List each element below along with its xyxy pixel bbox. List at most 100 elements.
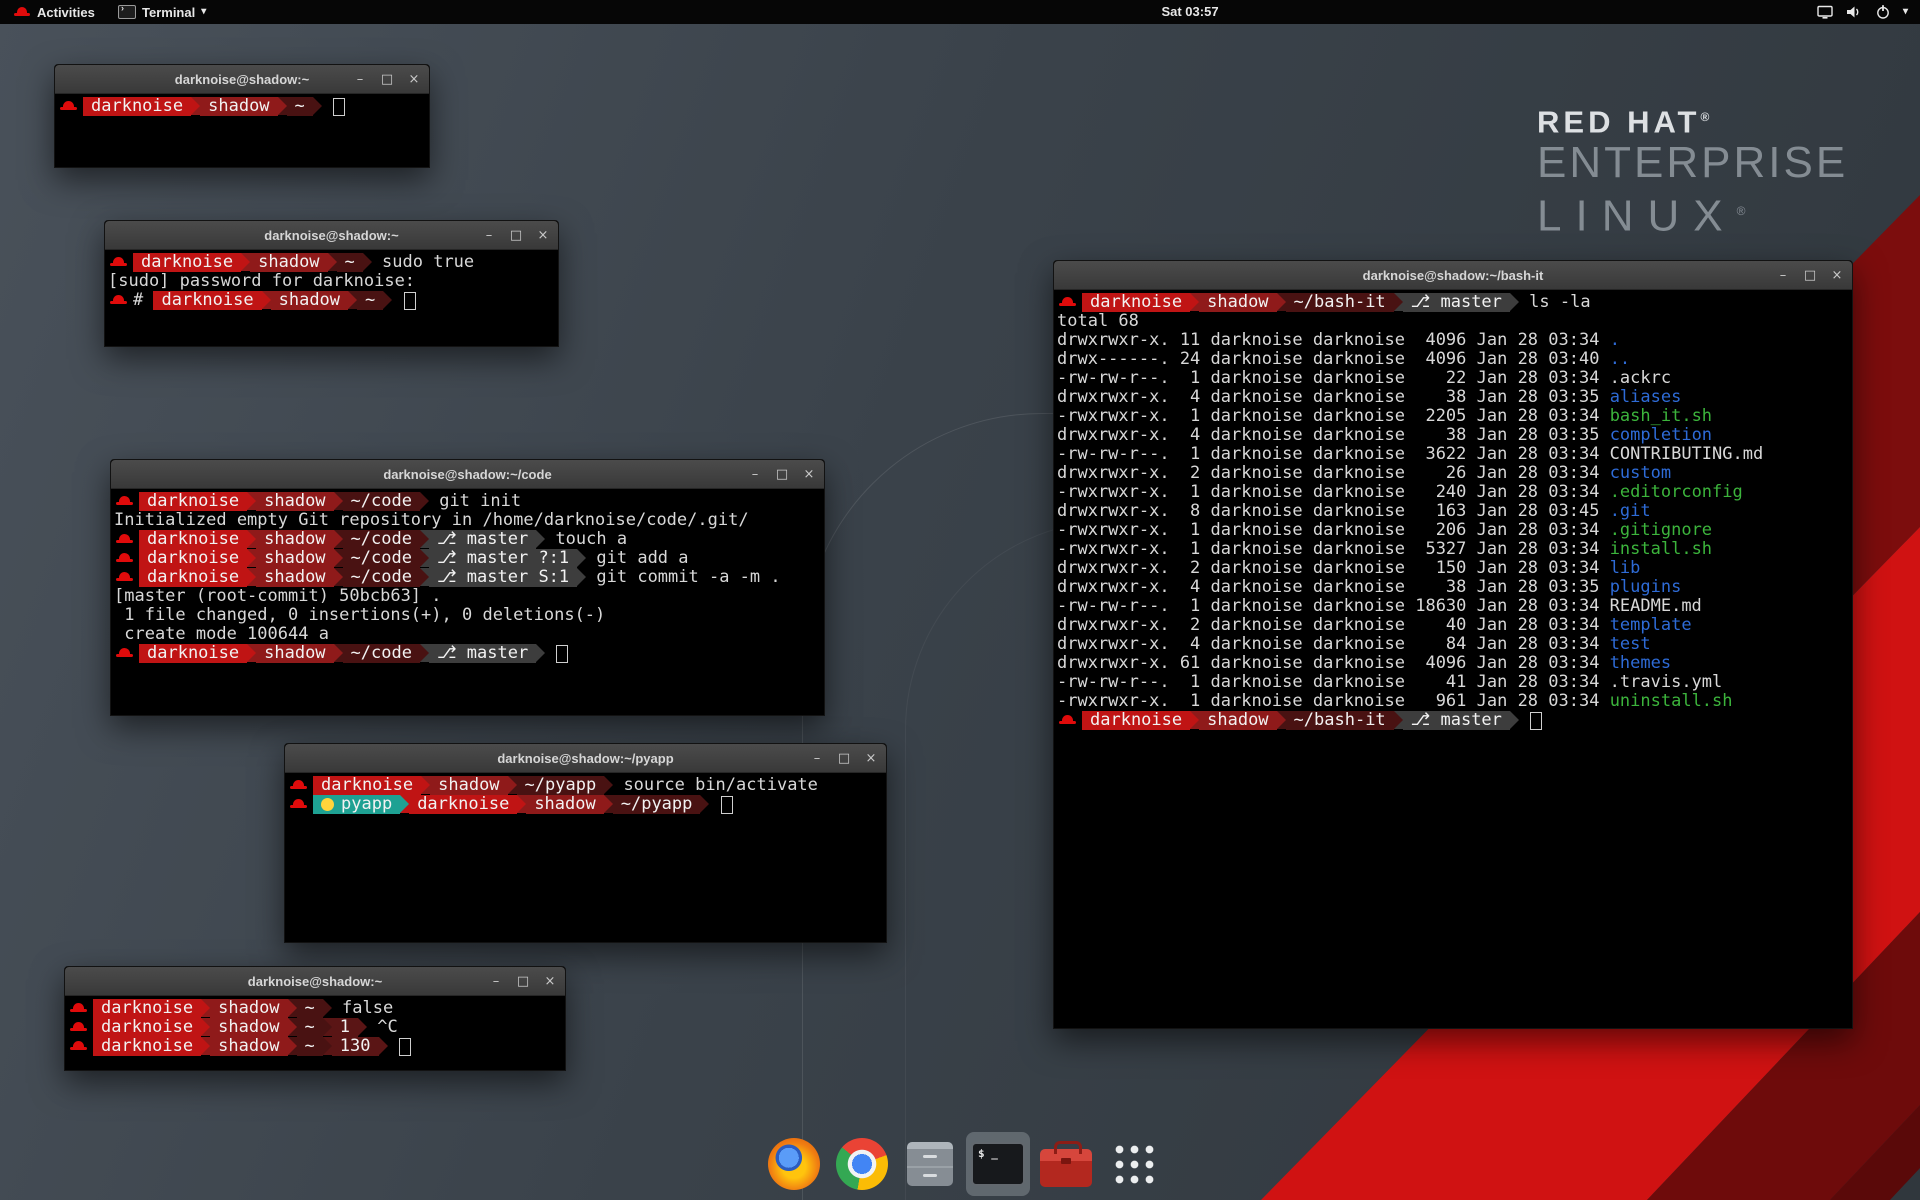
- dock-item-chrome[interactable]: [830, 1132, 894, 1196]
- prompt-segment-git: ⎇ master: [1403, 293, 1510, 312]
- terminal-line: -rw-rw-r--. 1 darknoise darknoise 3622 J…: [1057, 445, 1852, 464]
- terminal-viewport[interactable]: darknoiseshadow~: [55, 94, 429, 167]
- terminal-viewport[interactable]: darknoiseshadow~/pyapp source bin/activa…: [285, 773, 886, 942]
- terminal-text: create mode 100644 a: [114, 625, 329, 644]
- window-titlebar[interactable]: darknoise@shadow:~/bash-it – □ ×: [1054, 261, 1852, 290]
- power-icon: [1874, 4, 1892, 20]
- prompt-segment-path: ~/code: [343, 568, 420, 587]
- terminal-window-home-2: darknoise@shadow:~ – □ × darknoiseshadow…: [64, 966, 566, 1071]
- terminal-line: total 68: [1057, 312, 1852, 331]
- window-titlebar[interactable]: darknoise@shadow:~/code – □ ×: [111, 460, 824, 489]
- terminal-line: darknoiseshadow~1 ^C: [68, 1018, 565, 1037]
- caret-down-icon: ▾: [201, 0, 206, 24]
- minimize-button[interactable]: –: [353, 72, 367, 87]
- terminal-text: drwxrwxr-x. 61 darknoise darknoise 4096 …: [1057, 654, 1610, 673]
- terminal-line: create mode 100644 a: [114, 625, 824, 644]
- terminal-cursor: [404, 292, 416, 310]
- terminal-text: .: [1610, 331, 1620, 350]
- system-status-area[interactable]: ▾: [1816, 0, 1908, 24]
- minimize-button[interactable]: –: [810, 751, 824, 766]
- terminal-text: #: [133, 291, 153, 310]
- prompt-segment-path: ~: [287, 97, 313, 116]
- terminal-text: drwxrwxr-x. 4 darknoise darknoise 84 Jan…: [1057, 635, 1610, 654]
- close-button[interactable]: ×: [536, 228, 550, 243]
- terminal-viewport[interactable]: darknoiseshadow~/bash-it⎇ master ls -lat…: [1054, 290, 1852, 1028]
- powerline-separator-icon: [328, 253, 337, 271]
- powerline-separator-icon: [1277, 711, 1286, 729]
- prompt-segment-host: shadow: [256, 530, 333, 549]
- terminal-line: -rwxrwxr-x. 1 darknoise darknoise 206 Ja…: [1057, 521, 1852, 540]
- redhat-prompt-icon: [116, 644, 133, 663]
- terminal-viewport[interactable]: darknoiseshadow~ sudo true[sudo] passwor…: [105, 250, 558, 346]
- terminal-line: darknoiseshadow~/code⎇ master touch a: [114, 530, 824, 549]
- clock[interactable]: Sat 03:57: [1161, 0, 1218, 24]
- powerline-separator-icon: [420, 549, 429, 567]
- toolbox-icon: [1040, 1149, 1092, 1187]
- powerline-separator-icon: [334, 492, 343, 510]
- maximize-button[interactable]: □: [516, 974, 530, 989]
- powerline-separator-icon: [247, 644, 256, 662]
- terminal-text: lib: [1610, 559, 1641, 578]
- minimize-button[interactable]: –: [489, 974, 503, 989]
- terminal-viewport[interactable]: darknoiseshadow~ falsedarknoiseshadow~1 …: [65, 996, 565, 1070]
- maximize-button[interactable]: □: [509, 228, 523, 243]
- maximize-button[interactable]: □: [775, 467, 789, 482]
- window-titlebar[interactable]: darknoise@shadow:~ – □ ×: [55, 65, 429, 94]
- close-button[interactable]: ×: [1830, 268, 1844, 283]
- activities-button[interactable]: Activities: [8, 0, 101, 24]
- powerline-separator-icon: [1190, 293, 1199, 311]
- dock-item-files[interactable]: [898, 1132, 962, 1196]
- dock-item-firefox[interactable]: [762, 1132, 826, 1196]
- maximize-button[interactable]: □: [1803, 268, 1817, 283]
- terminal-text: -rwxrwxr-x. 1 darknoise darknoise 206 Ja…: [1057, 521, 1610, 540]
- prompt-segment-path: ~/code: [343, 492, 420, 511]
- maximize-button[interactable]: □: [380, 72, 394, 87]
- terminal-text: ..: [1610, 350, 1630, 369]
- powerline-separator-icon: [241, 253, 250, 271]
- terminal-cursor: [721, 796, 733, 814]
- brand-redhat: RED HAT: [1537, 104, 1700, 139]
- window-titlebar[interactable]: darknoise@shadow:~ – □ ×: [65, 967, 565, 996]
- window-titlebar[interactable]: darknoise@shadow:~/pyapp – □ ×: [285, 744, 886, 773]
- close-button[interactable]: ×: [407, 72, 421, 87]
- caret-down-icon: ▾: [1903, 0, 1908, 24]
- powerline-separator-icon: [288, 1018, 297, 1036]
- powerline-separator-icon: [383, 291, 392, 309]
- close-button[interactable]: ×: [543, 974, 557, 989]
- prompt-segment-user: darknoise: [139, 492, 247, 511]
- prompt-segment-user: darknoise: [313, 776, 421, 795]
- terminal-line: -rw-rw-r--. 1 darknoise darknoise 22 Jan…: [1057, 369, 1852, 388]
- dock-item-terminal[interactable]: [966, 1132, 1030, 1196]
- terminal-window-home-1: darknoise@shadow:~ – □ × darknoiseshadow…: [54, 64, 430, 168]
- minimize-button[interactable]: –: [1776, 268, 1790, 283]
- dock-item-app-grid[interactable]: [1102, 1132, 1166, 1196]
- minimize-button[interactable]: –: [748, 467, 762, 482]
- powerline-separator-icon: [604, 795, 613, 813]
- terminal-line: -rw-rw-r--. 1 darknoise darknoise 41 Jan…: [1057, 673, 1852, 692]
- prompt-segment-path: ~: [337, 253, 363, 272]
- terminal-line: 1 file changed, 0 insertions(+), 0 delet…: [114, 606, 824, 625]
- terminal-viewport[interactable]: darknoiseshadow~/code git initInitialize…: [111, 489, 824, 715]
- redhat-logo-icon: [14, 5, 30, 19]
- powerline-separator-icon: [420, 492, 429, 510]
- terminal-line: darknoiseshadow~/code⎇ master ?:1 git ad…: [114, 549, 824, 568]
- prompt-segment-host: shadow: [256, 492, 333, 511]
- terminal-line: [master (root-commit) 50bcb63] .: [114, 587, 824, 606]
- terminal-text: plugins: [1610, 578, 1682, 597]
- maximize-button[interactable]: □: [837, 751, 851, 766]
- minimize-button[interactable]: –: [482, 228, 496, 243]
- terminal-line: darknoiseshadow~/code⎇ master S:1 git co…: [114, 568, 824, 587]
- redhat-prompt-icon: [70, 1037, 87, 1056]
- terminal-line: drwx------. 24 darknoise darknoise 4096 …: [1057, 350, 1852, 369]
- close-button[interactable]: ×: [864, 751, 878, 766]
- close-button[interactable]: ×: [802, 467, 816, 482]
- powerline-separator-icon: [201, 1018, 210, 1036]
- terminal-line: [sudo] password for darknoise:: [108, 272, 558, 291]
- app-menu-button[interactable]: Terminal ▾: [112, 0, 212, 24]
- powerline-separator-icon: [358, 1018, 367, 1036]
- prompt-segment-host: shadow: [210, 1037, 287, 1056]
- terminal-cursor: [333, 98, 345, 116]
- redhat-prompt-icon: [1059, 293, 1076, 312]
- dock-item-toolbox[interactable]: [1034, 1132, 1098, 1196]
- window-titlebar[interactable]: darknoise@shadow:~ – □ ×: [105, 221, 558, 250]
